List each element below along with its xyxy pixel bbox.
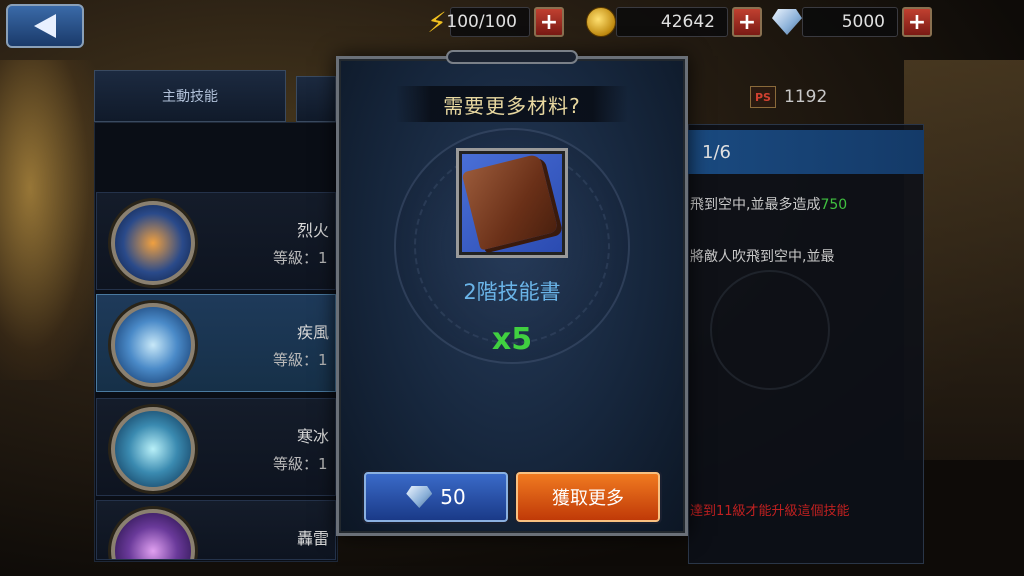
skill-points-value: 1192 [784, 87, 828, 107]
tab-passive-skills[interactable] [296, 76, 336, 122]
gold-resource: 42642 + [586, 6, 762, 38]
energy-resource: ⚡ 100/100 + [424, 6, 564, 39]
back-arrow-icon [34, 14, 56, 38]
panel-ornament [710, 270, 830, 390]
skill-stage: 1/6 [702, 141, 731, 163]
dialog-top-ornament [446, 50, 578, 64]
back-button[interactable] [6, 4, 84, 48]
tab-active-skills[interactable]: 主動技能 [94, 70, 286, 122]
background-glow [0, 60, 100, 380]
skill-name: 轟雷 [297, 529, 330, 548]
add-diamond-button[interactable]: + [902, 7, 932, 37]
add-energy-button[interactable]: + [534, 7, 564, 37]
ice-skill-icon [111, 407, 195, 491]
diamond-icon [772, 9, 802, 35]
item-count: x5 [491, 322, 533, 357]
skill-description-line2: 將敵人吹飛到空中,並最 [690, 249, 835, 265]
skill-row-wind[interactable]: 疾風 等級：1 [96, 294, 336, 392]
coin-icon [586, 7, 616, 37]
diamond-icon [406, 486, 433, 508]
diamond-cost: 50 [440, 485, 466, 509]
dialog-title: 需要更多材料? [396, 86, 628, 122]
top-bar: ⚡ 100/100 + 42642 + 5000 + [0, 0, 1024, 50]
skill-row-ice[interactable]: 寒冰 等級：1 [96, 398, 336, 496]
buy-with-diamonds-button[interactable]: 50 [364, 472, 508, 522]
skill-level: 等級：1 [273, 351, 328, 369]
skill-description-line1: 飛到空中,並最多造成750 [690, 194, 847, 214]
thunder-skill-icon [111, 509, 195, 559]
skill-detail-header: 1/6 [688, 130, 924, 174]
diamond-resource: 5000 + [772, 6, 932, 38]
skill-name: 寒冰 [297, 427, 330, 446]
item-name: 2階技能書 [463, 280, 561, 304]
gold-value: 42642 [616, 7, 728, 37]
skill-name: 烈火 [297, 221, 330, 240]
diamond-value: 5000 [802, 7, 898, 37]
skill-row-fire[interactable]: 烈火 等級：1 [96, 192, 336, 290]
get-more-button[interactable]: 獲取更多 [516, 472, 660, 522]
tornado-skill-icon [111, 303, 195, 387]
skill-level: 等級：1 [273, 249, 328, 267]
ps-icon: PS [750, 86, 776, 108]
description-text: 飛到空中,並最多造成 [690, 197, 821, 213]
skill-row-thunder[interactable]: 轟雷 [96, 500, 336, 560]
fire-skill-icon [111, 201, 195, 285]
skill-name: 疾風 [297, 323, 330, 342]
skill-level: 等級：1 [273, 455, 328, 473]
level-requirement-warning: 達到11級才能升級這個技能 [690, 504, 850, 519]
add-gold-button[interactable]: + [732, 7, 762, 37]
damage-value: 750 [820, 197, 848, 213]
energy-value: 100/100 [446, 7, 530, 37]
skill-points: PS 1192 [750, 86, 827, 108]
